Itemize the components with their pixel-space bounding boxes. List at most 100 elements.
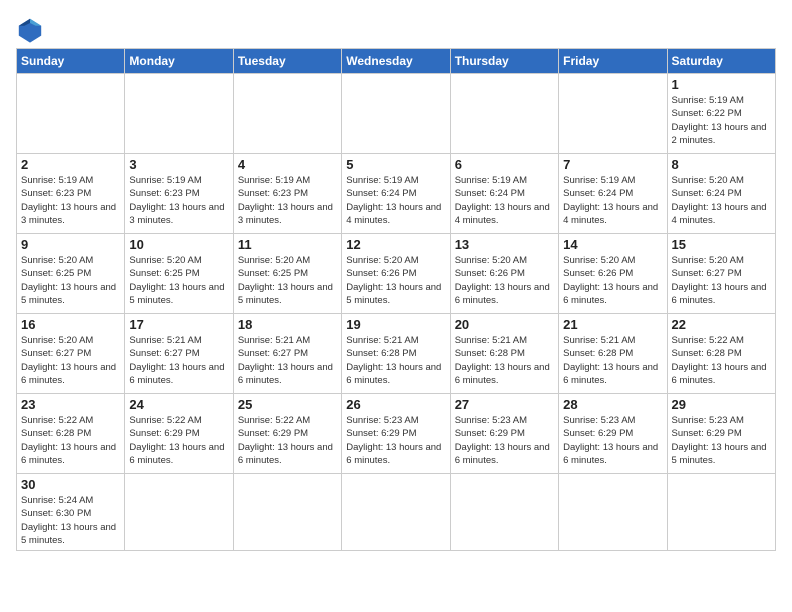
day-info: Sunrise: 5:23 AM Sunset: 6:29 PM Dayligh… [563,414,662,467]
column-header-sunday: Sunday [17,49,125,74]
calendar-cell [342,474,450,551]
day-info: Sunrise: 5:20 AM Sunset: 6:25 PM Dayligh… [238,254,337,307]
column-header-thursday: Thursday [450,49,558,74]
day-number: 15 [672,237,771,252]
calendar-cell [17,74,125,154]
day-number: 10 [129,237,228,252]
calendar-cell: 18 Sunrise: 5:21 AM Sunset: 6:27 PM Dayli… [233,314,341,394]
calendar-cell: 10Sunrise: 5:20 AM Sunset: 6:25 PM Dayli… [125,234,233,314]
calendar-cell: 30 Sunrise: 5:24 AM Sunset: 6:30 PM Dayli… [17,474,125,551]
day-info: Sunrise: 5:21 AM Sunset: 6:28 PM Dayligh… [455,334,554,387]
day-info: Sunrise: 5:19 AM Sunset: 6:22 PM Dayligh… [672,94,771,147]
day-info: Sunrise: 5:20 AM Sunset: 6:27 PM Dayligh… [672,254,771,307]
calendar-cell: 2 Sunrise: 5:19 AM Sunset: 6:23 PM Daylig… [17,154,125,234]
calendar-cell: 6Sunrise: 5:19 AM Sunset: 6:24 PM Daylig… [450,154,558,234]
day-info: Sunrise: 5:23 AM Sunset: 6:29 PM Dayligh… [672,414,771,467]
day-info: Sunrise: 5:19 AM Sunset: 6:23 PM Dayligh… [129,174,228,227]
day-number: 30 [21,477,120,492]
day-info: Sunrise: 5:20 AM Sunset: 6:24 PM Dayligh… [672,174,771,227]
day-number: 23 [21,397,120,412]
day-info: Sunrise: 5:23 AM Sunset: 6:29 PM Dayligh… [455,414,554,467]
day-info: Sunrise: 5:20 AM Sunset: 6:26 PM Dayligh… [455,254,554,307]
day-number: 17 [129,317,228,332]
day-number: 21 [563,317,662,332]
day-number: 18 [238,317,337,332]
calendar-cell: 13 Sunrise: 5:20 AM Sunset: 6:26 PM Dayli… [450,234,558,314]
calendar-cell: 23 Sunrise: 5:22 AM Sunset: 6:28 PM Dayli… [17,394,125,474]
day-info: Sunrise: 5:22 AM Sunset: 6:29 PM Dayligh… [129,414,228,467]
day-number: 20 [455,317,554,332]
column-header-saturday: Saturday [667,49,775,74]
day-number: 1 [672,77,771,92]
calendar-cell: 28 Sunrise: 5:23 AM Sunset: 6:29 PM Dayli… [559,394,667,474]
day-info: Sunrise: 5:22 AM Sunset: 6:28 PM Dayligh… [21,414,120,467]
day-number: 26 [346,397,445,412]
day-info: Sunrise: 5:20 AM Sunset: 6:26 PM Dayligh… [346,254,445,307]
day-number: 13 [455,237,554,252]
day-number: 24 [129,397,228,412]
column-header-wednesday: Wednesday [342,49,450,74]
calendar-cell [559,474,667,551]
calendar-cell: 7 Sunrise: 5:19 AM Sunset: 6:24 PM Daylig… [559,154,667,234]
day-info: Sunrise: 5:22 AM Sunset: 6:28 PM Dayligh… [672,334,771,387]
day-info: Sunrise: 5:19 AM Sunset: 6:24 PM Dayligh… [346,174,445,227]
day-number: 6 [455,157,554,172]
day-number: 7 [563,157,662,172]
day-number: 14 [563,237,662,252]
calendar-cell [342,74,450,154]
calendar-cell: 29 Sunrise: 5:23 AM Sunset: 6:29 PM Dayli… [667,394,775,474]
column-header-monday: Monday [125,49,233,74]
day-number: 11 [238,237,337,252]
day-info: Sunrise: 5:24 AM Sunset: 6:30 PM Dayligh… [21,494,120,547]
calendar-cell: 25Sunrise: 5:22 AM Sunset: 6:29 PM Dayli… [233,394,341,474]
calendar-cell [667,474,775,551]
calendar-cell: 8 Sunrise: 5:20 AM Sunset: 6:24 PM Daylig… [667,154,775,234]
day-info: Sunrise: 5:19 AM Sunset: 6:23 PM Dayligh… [21,174,120,227]
calendar-cell: 21 Sunrise: 5:21 AM Sunset: 6:28 PM Dayli… [559,314,667,394]
page-header [16,16,776,44]
day-number: 4 [238,157,337,172]
calendar-cell: 12 Sunrise: 5:20 AM Sunset: 6:26 PM Dayli… [342,234,450,314]
day-number: 3 [129,157,228,172]
day-number: 29 [672,397,771,412]
day-info: Sunrise: 5:20 AM Sunset: 6:25 PM Dayligh… [21,254,120,307]
calendar-cell: 22 Sunrise: 5:22 AM Sunset: 6:28 PM Dayli… [667,314,775,394]
day-info: Sunrise: 5:23 AM Sunset: 6:29 PM Dayligh… [346,414,445,467]
day-info: Sunrise: 5:21 AM Sunset: 6:27 PM Dayligh… [238,334,337,387]
calendar-cell: 3 Sunrise: 5:19 AM Sunset: 6:23 PM Daylig… [125,154,233,234]
calendar-cell [233,474,341,551]
day-number: 19 [346,317,445,332]
day-info: Sunrise: 5:19 AM Sunset: 6:24 PM Dayligh… [563,174,662,227]
calendar-cell [450,474,558,551]
day-number: 28 [563,397,662,412]
day-info: Sunrise: 5:21 AM Sunset: 6:27 PM Dayligh… [129,334,228,387]
calendar-cell: 1 Sunrise: 5:19 AM Sunset: 6:22 PM Daylig… [667,74,775,154]
calendar-cell: 19 Sunrise: 5:21 AM Sunset: 6:28 PM Dayli… [342,314,450,394]
day-number: 22 [672,317,771,332]
calendar-cell: 15 Sunrise: 5:20 AM Sunset: 6:27 PM Dayli… [667,234,775,314]
calendar-cell: 5 Sunrise: 5:19 AM Sunset: 6:24 PM Daylig… [342,154,450,234]
day-info: Sunrise: 5:21 AM Sunset: 6:28 PM Dayligh… [563,334,662,387]
calendar-cell: 16Sunrise: 5:20 AM Sunset: 6:27 PM Dayli… [17,314,125,394]
calendar-cell [125,74,233,154]
calendar-cell: 11 Sunrise: 5:20 AM Sunset: 6:25 PM Dayli… [233,234,341,314]
column-header-tuesday: Tuesday [233,49,341,74]
calendar-cell: 4 Sunrise: 5:19 AM Sunset: 6:23 PM Daylig… [233,154,341,234]
day-info: Sunrise: 5:21 AM Sunset: 6:28 PM Dayligh… [346,334,445,387]
day-number: 27 [455,397,554,412]
day-number: 5 [346,157,445,172]
day-number: 8 [672,157,771,172]
calendar-cell: 17 Sunrise: 5:21 AM Sunset: 6:27 PM Dayli… [125,314,233,394]
calendar-cell: 9 Sunrise: 5:20 AM Sunset: 6:25 PM Daylig… [17,234,125,314]
calendar-cell [559,74,667,154]
calendar-cell: 20 Sunrise: 5:21 AM Sunset: 6:28 PM Dayli… [450,314,558,394]
generalblue-logo-icon [16,16,44,44]
day-number: 2 [21,157,120,172]
day-info: Sunrise: 5:20 AM Sunset: 6:26 PM Dayligh… [563,254,662,307]
day-number: 9 [21,237,120,252]
column-header-friday: Friday [559,49,667,74]
day-number: 12 [346,237,445,252]
calendar-cell: 26 Sunrise: 5:23 AM Sunset: 6:29 PM Dayli… [342,394,450,474]
day-info: Sunrise: 5:19 AM Sunset: 6:23 PM Dayligh… [238,174,337,227]
day-number: 25 [238,397,337,412]
